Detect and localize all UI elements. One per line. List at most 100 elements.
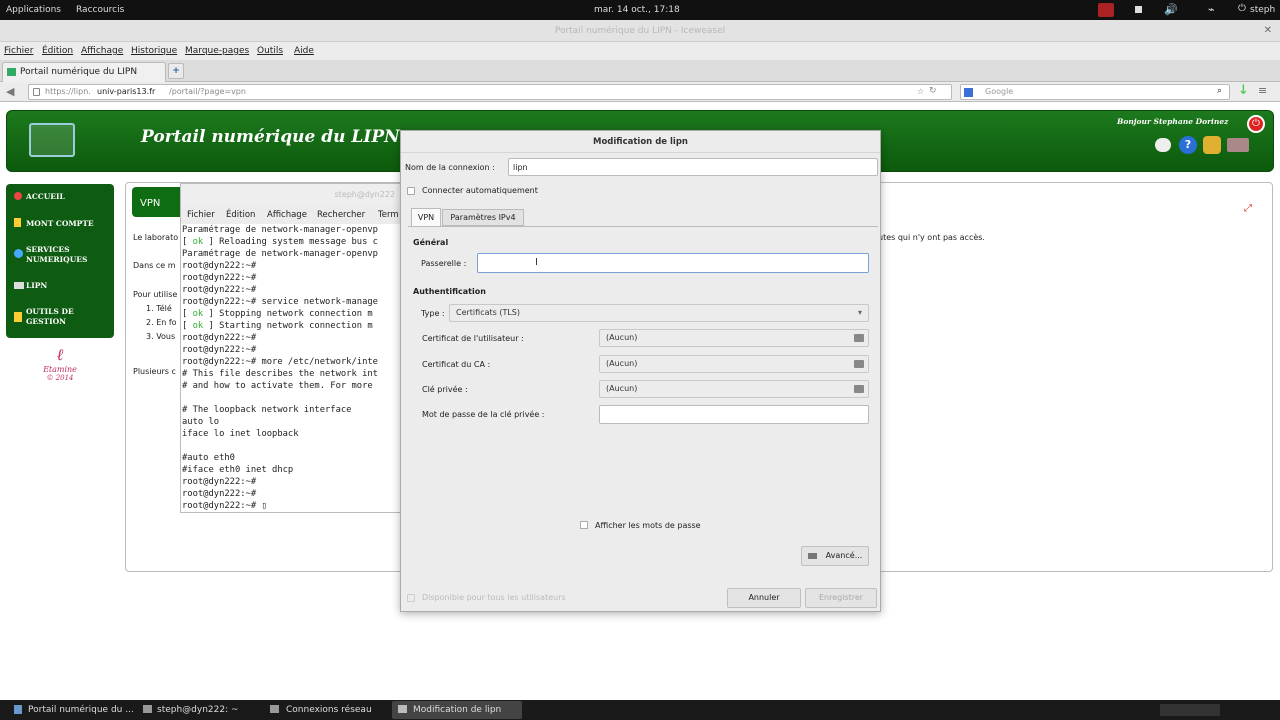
dialog-title: Modification de lipn (401, 131, 880, 153)
terminal-menu-bar: Fichier Édition Affichage Rechercher Ter… (181, 206, 401, 224)
menu-historique[interactable]: Historique (131, 46, 177, 56)
terminal-window[interactable]: steph@dyn222 Fichier Édition Affichage R… (180, 183, 402, 513)
user-cert-chooser[interactable]: (Aucun) (599, 329, 869, 347)
task-dialog-active[interactable]: Modification de lipn (392, 701, 522, 719)
terminal-line: [ ok ] Reloading system message bus c (182, 237, 378, 247)
user-name[interactable]: steph (1250, 5, 1275, 15)
show-passwords-checkbox[interactable] (580, 521, 588, 529)
task-connections[interactable]: Connexions réseau (286, 705, 372, 715)
auto-connect-checkbox[interactable] (407, 187, 415, 195)
chat-icon[interactable] (1155, 138, 1171, 152)
folder-icon (854, 385, 864, 393)
tools-icon[interactable] (1203, 136, 1221, 154)
settings-icon[interactable] (1227, 138, 1249, 152)
sidebar-item-compte[interactable]: MONT COMPTE (26, 219, 94, 228)
advanced-icon (808, 553, 817, 559)
task-terminal[interactable]: steph@dyn222: ~ (157, 705, 239, 715)
search-icon[interactable]: ⌕ (1217, 86, 1222, 96)
menu-edition[interactable]: Édition (42, 46, 73, 56)
sidebar-item-accueil[interactable]: ACCUEIL (26, 192, 65, 201)
sidebar-item-services[interactable]: SERVICES NUMERIQUES (26, 245, 106, 265)
content-right-text: utes qui n'y ont pas accès. (878, 233, 985, 242)
terminal-output[interactable]: Paramétrage de network-manager-openvp [ o… (182, 224, 400, 512)
terminal-line: #iface eth0 inet dhcp (182, 465, 294, 475)
gateway-label: Passerelle : (421, 259, 467, 268)
gateway-input[interactable]: I (477, 253, 869, 273)
ca-cert-label: Certificat du CA : (422, 360, 491, 369)
content-step-2-text: En fo (156, 318, 177, 327)
fullscreen-icon[interactable]: ⤢ (1244, 203, 1252, 214)
stop-icon[interactable] (1135, 6, 1142, 13)
microphone-icon[interactable] (1098, 3, 1114, 17)
clock[interactable]: mar. 14 oct., 17:18 (594, 5, 680, 15)
tab-portail[interactable]: Portail numérique du LIPN (2, 62, 166, 82)
content-line-3: Pour utilise (133, 290, 178, 299)
save-button[interactable]: Enregistrer (805, 588, 877, 608)
terminal-title-bar: steph@dyn222 (181, 184, 401, 206)
etamine-flower-icon: ℓ (56, 345, 64, 364)
ca-cert-value: (Aucun) (606, 359, 638, 368)
task-browser[interactable]: Portail numérique du ... (28, 705, 134, 715)
network-icon[interactable]: ⌁ (1208, 3, 1215, 16)
menu-fichier[interactable]: Fichier (4, 46, 33, 56)
search-input[interactable]: Google ⌕ (960, 84, 1230, 100)
greeting: Bonjour Stephane Dorinez (1117, 117, 1229, 126)
tab-ipv4[interactable]: Paramètres IPv4 (442, 209, 524, 226)
sidebar-item-lipn[interactable]: LIPN (26, 281, 47, 290)
terminal-line: root@dyn222:~# (182, 273, 257, 283)
menu-icon[interactable]: ≡ (1258, 84, 1267, 97)
term-menu-fichier[interactable]: Fichier (187, 210, 215, 220)
bookmark-star-icon[interactable]: ☆ (917, 87, 924, 96)
tab-vpn[interactable]: VPN (411, 208, 441, 226)
power-icon[interactable]: ⏻ (1238, 3, 1246, 14)
chevron-down-icon: ▾ (857, 308, 862, 317)
download-icon[interactable]: ↓ (1238, 83, 1249, 98)
workspace-switcher[interactable] (1160, 704, 1220, 716)
cancel-button[interactable]: Annuler (727, 588, 801, 608)
terminal-line: # This file describes the network int (182, 369, 378, 379)
menu-aide[interactable]: Aide (294, 46, 314, 56)
advanced-button[interactable]: Avancé... (801, 546, 869, 566)
new-tab-button[interactable]: + (168, 63, 184, 79)
term-menu-terminal[interactable]: Term (378, 210, 399, 220)
all-users-checkbox[interactable] (407, 594, 415, 602)
menu-marque-pages[interactable]: Marque-pages (185, 46, 249, 56)
content-step-1-text: Télé (156, 304, 172, 313)
terminal-line: root@dyn222:~# ▯ (182, 501, 267, 511)
private-key-chooser[interactable]: (Aucun) (599, 380, 869, 398)
terminal-line: Paramétrage de network-manager-openvp (182, 225, 378, 235)
tab-bar: Portail numérique du LIPN + (0, 60, 1280, 82)
terminal-line: root@dyn222:~# service network-manage (182, 297, 378, 307)
shortcuts-menu[interactable]: Raccourcis (76, 5, 124, 15)
sidebar-item-outils[interactable]: OUTILS DE GESTION (26, 307, 96, 327)
volume-icon[interactable]: 🔊 (1164, 3, 1178, 16)
menu-affichage[interactable]: Affichage (81, 46, 123, 56)
applications-menu[interactable]: Applications (6, 5, 61, 15)
type-value: Certificats (TLS) (456, 308, 521, 317)
lipn-icon (14, 282, 24, 289)
home-icon (14, 192, 22, 200)
close-icon[interactable]: ✕ (1264, 20, 1272, 42)
term-menu-edition[interactable]: Édition (226, 210, 255, 220)
content-step-3: 3. Vous (146, 332, 176, 341)
folder-icon (854, 360, 864, 368)
task-dialog: Modification de lipn (413, 705, 502, 715)
logout-icon[interactable]: ⏻ (1247, 115, 1265, 133)
back-icon[interactable]: ◀ (6, 85, 14, 98)
connection-name-input[interactable]: lipn (508, 158, 878, 176)
term-menu-affichage[interactable]: Affichage (267, 210, 307, 220)
connection-name-label: Nom de la connexion : (405, 163, 495, 172)
browser-menu-bar: Fichier Édition Affichage Historique Mar… (0, 42, 1280, 60)
url-input[interactable]: https://lipn. univ-paris13.fr /portail/?… (28, 84, 952, 100)
help-icon[interactable]: ? (1179, 136, 1197, 154)
services-icon (14, 249, 23, 258)
term-menu-rechercher[interactable]: Rechercher (317, 210, 365, 220)
key-password-input[interactable] (599, 405, 869, 424)
ca-cert-chooser[interactable]: (Aucun) (599, 355, 869, 373)
menu-outils[interactable]: Outils (257, 46, 283, 56)
type-select[interactable]: Certificats (TLS) ▾ (449, 304, 869, 322)
portal-title: Portail numérique du LIPN (141, 127, 400, 147)
content-step-2: 2. En fo (146, 318, 177, 327)
reload-icon[interactable]: ↻ (929, 86, 937, 96)
